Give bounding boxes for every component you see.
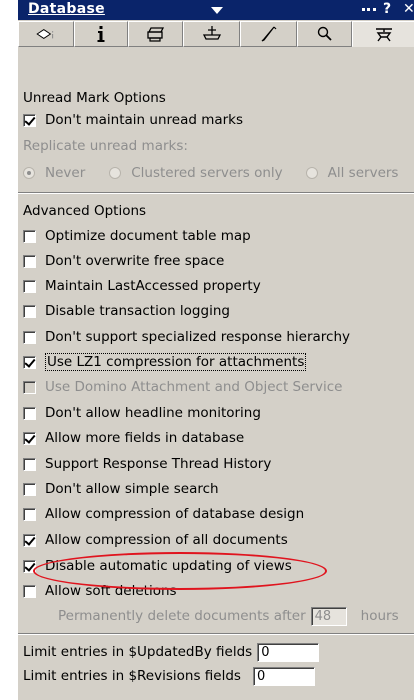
option-checkbox bbox=[23, 380, 36, 394]
option-row-highlighted[interactable]: Disable automatic updating of views bbox=[23, 555, 292, 577]
collapse-handle-icon[interactable] bbox=[362, 8, 376, 12]
soft-delete-expire-row: Permanently delete documents after 48 ho… bbox=[58, 605, 399, 627]
limit-revisions-label: Limit entries in $Revisions fields bbox=[23, 668, 241, 684]
infobox-type-dropdown-label[interactable]: Database bbox=[28, 1, 105, 17]
database-properties-infobox: Database ? ✕ Unread Mark Options Don't m… bbox=[17, 0, 414, 700]
option-row[interactable]: Support Response Thread History bbox=[23, 453, 271, 475]
option-checkbox[interactable] bbox=[23, 559, 36, 573]
section-divider bbox=[18, 633, 414, 635]
option-row[interactable]: Don't allow simple search bbox=[23, 478, 219, 500]
unread-mark-options-heading: Unread Mark Options bbox=[23, 90, 166, 106]
option-row[interactable]: Use LZ1 compression for attachments bbox=[23, 351, 307, 373]
option-row-disabled: Use Domino Attachment and Object Service bbox=[23, 376, 342, 398]
replicate-unread-label: Replicate unread marks: bbox=[23, 138, 188, 154]
option-checkbox[interactable] bbox=[23, 584, 36, 598]
soft-delete-expire-label: Permanently delete documents after bbox=[58, 608, 306, 624]
option-label: Support Response Thread History bbox=[45, 456, 272, 472]
option-label: Allow soft deletions bbox=[45, 583, 177, 599]
close-button[interactable]: ✕ bbox=[403, 1, 414, 17]
option-row[interactable]: Allow more fields in database bbox=[23, 427, 244, 449]
option-checkbox[interactable] bbox=[23, 406, 36, 420]
help-button[interactable]: ? bbox=[383, 1, 391, 17]
option-row[interactable]: Optimize document table map bbox=[23, 225, 251, 247]
option-checkbox[interactable] bbox=[23, 279, 36, 293]
disk-info-icon bbox=[36, 29, 54, 39]
title-bar[interactable]: Database ? ✕ bbox=[18, 0, 414, 20]
option-label: Use LZ1 compression for attachments bbox=[45, 353, 307, 371]
option-row[interactable]: Maintain LastAccessed property bbox=[23, 275, 261, 297]
option-checkbox[interactable] bbox=[23, 254, 36, 268]
option-row[interactable]: Allow soft deletions bbox=[23, 580, 177, 602]
option-label: Don't allow headline monitoring bbox=[45, 405, 261, 421]
option-label: Allow compression of database design bbox=[45, 506, 305, 522]
tab-design[interactable] bbox=[183, 21, 240, 47]
option-checkbox[interactable] bbox=[23, 229, 36, 243]
option-label: Don't allow simple search bbox=[45, 481, 219, 497]
tab-advanced[interactable] bbox=[352, 21, 414, 47]
replicate-unread-radio-group: Never Clustered servers only All servers bbox=[23, 163, 398, 183]
option-checkbox[interactable] bbox=[23, 482, 36, 496]
option-checkbox[interactable] bbox=[23, 304, 36, 318]
option-row[interactable]: Allow compression of database design bbox=[23, 503, 304, 525]
section-divider bbox=[18, 192, 414, 194]
chevron-down-icon[interactable] bbox=[211, 7, 223, 14]
option-row[interactable]: Disable transaction logging bbox=[23, 300, 230, 322]
search-icon bbox=[317, 26, 332, 41]
advanced-icon bbox=[375, 28, 392, 42]
option-checkbox[interactable] bbox=[23, 355, 36, 369]
option-checkbox[interactable] bbox=[23, 533, 36, 547]
info-icon bbox=[97, 26, 105, 42]
option-row[interactable]: Don't allow headline monitoring bbox=[23, 402, 261, 424]
radio-never-label: Never bbox=[45, 165, 86, 181]
radio-all-servers[interactable] bbox=[305, 167, 318, 179]
dont-maintain-unread-checkbox[interactable] bbox=[23, 113, 36, 127]
tab-printing[interactable] bbox=[128, 21, 183, 47]
soft-delete-hours-label: hours bbox=[360, 608, 399, 624]
dont-maintain-unread-label: Don't maintain unread marks bbox=[45, 112, 244, 128]
design-icon bbox=[261, 26, 276, 42]
dont-maintain-unread-checkbox-row[interactable]: Don't maintain unread marks bbox=[23, 109, 243, 131]
option-checkbox[interactable] bbox=[23, 431, 36, 445]
radio-clustered-servers-label: Clustered servers only bbox=[131, 165, 283, 181]
archive-icon bbox=[202, 26, 221, 40]
option-label: Allow compression of all documents bbox=[45, 532, 288, 548]
option-label: Use Domino Attachment and Object Service bbox=[45, 379, 343, 395]
option-label: Disable automatic updating of views bbox=[45, 558, 292, 574]
option-row[interactable]: Don't support specialized response hiera… bbox=[23, 326, 350, 348]
limit-revisions-row: Limit entries in $Revisions fields 0 bbox=[23, 665, 315, 687]
tab-info[interactable] bbox=[74, 21, 128, 47]
option-label: Maintain LastAccessed property bbox=[45, 278, 261, 294]
tab-launch[interactable] bbox=[240, 21, 297, 47]
option-row[interactable]: Don't overwrite free space bbox=[23, 250, 224, 272]
soft-delete-hours-input: 48 bbox=[310, 606, 347, 626]
option-label: Don't overwrite free space bbox=[45, 253, 225, 269]
option-row[interactable]: Allow compression of all documents bbox=[23, 529, 288, 551]
option-checkbox[interactable] bbox=[23, 330, 36, 344]
printer-icon bbox=[146, 27, 164, 42]
limit-updatedby-label: Limit entries in $UpdatedBy fields bbox=[23, 644, 253, 660]
radio-all-servers-label: All servers bbox=[327, 165, 399, 181]
tab-strip bbox=[18, 21, 414, 47]
radio-never[interactable] bbox=[23, 167, 35, 179]
option-label: Don't support specialized response hiera… bbox=[45, 329, 351, 345]
limit-revisions-input[interactable]: 0 bbox=[252, 666, 315, 686]
option-label: Optimize document table map bbox=[45, 228, 251, 244]
option-label: Allow more fields in database bbox=[45, 430, 245, 446]
limit-updatedby-row: Limit entries in $UpdatedBy fields 0 bbox=[23, 641, 320, 663]
advanced-options-heading: Advanced Options bbox=[23, 203, 147, 219]
tab-basics[interactable] bbox=[18, 21, 74, 47]
option-checkbox[interactable] bbox=[23, 507, 36, 521]
radio-clustered-servers[interactable] bbox=[109, 167, 122, 179]
option-checkbox[interactable] bbox=[23, 457, 36, 471]
limit-updatedby-input[interactable]: 0 bbox=[257, 642, 320, 662]
tab-search[interactable] bbox=[297, 21, 352, 47]
option-label: Disable transaction logging bbox=[45, 303, 230, 319]
